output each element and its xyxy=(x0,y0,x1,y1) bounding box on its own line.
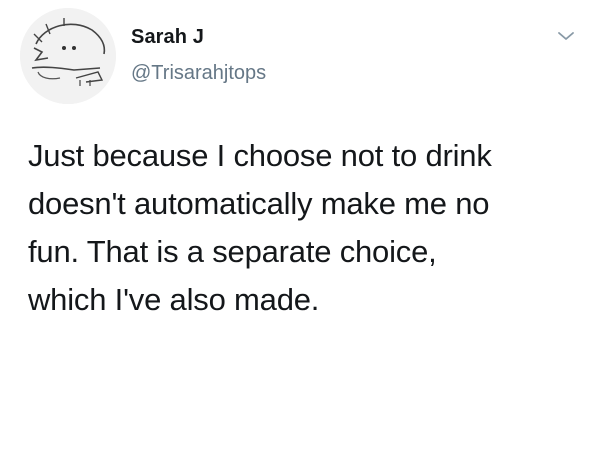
display-name[interactable]: Sarah J xyxy=(131,26,204,49)
tweet-header: Sarah J @Trisarahjtops xyxy=(20,8,580,108)
chevron-down-icon[interactable] xyxy=(554,24,578,48)
tweet-text: Just because I choose not to drink doesn… xyxy=(28,132,578,324)
tweet-text-line: doesn't automatically make me no xyxy=(28,186,490,221)
user-handle[interactable]: @Trisarahjtops xyxy=(131,62,266,85)
tweet-text-line: which I've also made. xyxy=(28,282,320,317)
tweet-card: Sarah J @Trisarahjtops Just because I ch… xyxy=(0,0,600,476)
avatar[interactable] xyxy=(20,8,116,104)
tweet-text-line: fun. That is a separate choice, xyxy=(28,234,437,269)
tweet-text-line: Just because I choose not to drink xyxy=(28,138,492,173)
triceratops-sketch-icon xyxy=(20,8,116,104)
